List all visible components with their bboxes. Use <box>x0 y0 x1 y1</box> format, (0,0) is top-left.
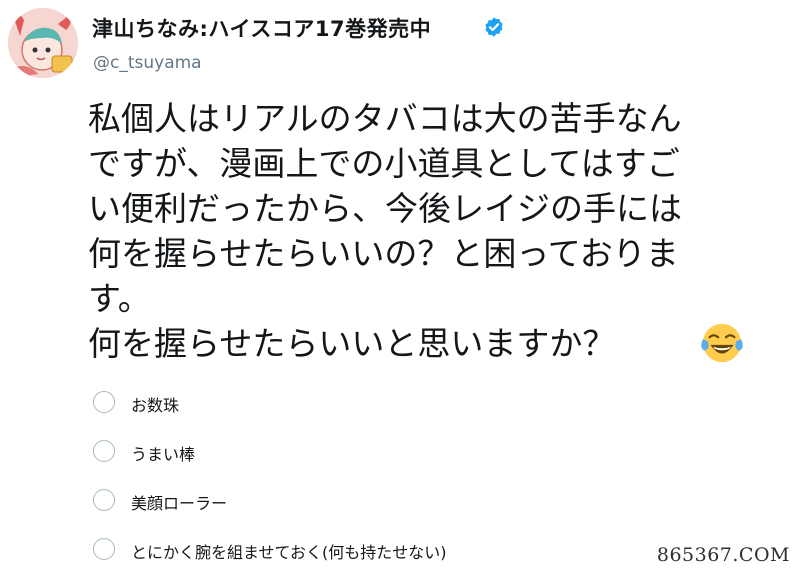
poll-option-label: とにかく腕を組ませておく(何も持たせない) <box>131 543 447 562</box>
tweet-text-line: 何を握らせたらいいの？と困っておりま <box>88 234 679 273</box>
watermark: 865367.COM <box>656 544 790 566</box>
tweet-text-line: ですが、漫画上での小道具としてはすご <box>88 144 680 183</box>
tweet-text: 私個人はリアルのタバコは大の苦手なん ですが、漫画上での小道具としてはすご い便… <box>88 96 793 366</box>
face-with-tears-of-joy-emoji <box>701 323 743 363</box>
radio-button[interactable] <box>93 391 115 413</box>
radio-button[interactable] <box>93 489 115 511</box>
poll-option-label: お数珠 <box>131 396 180 415</box>
user-handle[interactable]: @c_tsuyama <box>93 53 202 73</box>
tweet-text-line: い便利だったから、今後レイジの手には <box>88 189 682 228</box>
avatar[interactable] <box>8 8 78 78</box>
tweet-text-line: す。 <box>88 279 151 318</box>
poll-option-label: 美顔ローラー <box>131 494 228 513</box>
tweet-text-line: 私個人はリアルのタバコは大の苦手なん <box>88 99 682 138</box>
radio-button[interactable] <box>93 440 115 462</box>
tweet-text-line: 何を握らせたらいいと思いますか？ <box>88 324 616 363</box>
user-avatar-illustration <box>8 8 78 78</box>
poll-option-label: うまい棒 <box>131 445 196 464</box>
radio-button[interactable] <box>93 538 115 560</box>
verified-badge-icon <box>485 17 503 37</box>
display-name[interactable]: 津山ちなみ:ハイスコア17巻発売中 <box>92 13 431 43</box>
